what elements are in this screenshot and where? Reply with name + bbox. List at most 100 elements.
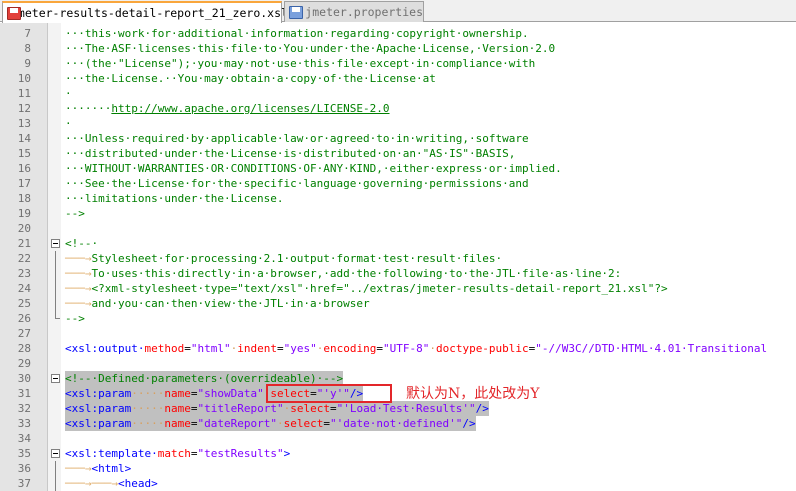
code-line[interactable]: 17 ···See·the·License·for·the·specific·la… bbox=[0, 176, 796, 191]
code-text: ···WITHOUT·WARRANTIES·OR·CONDITIONS·OF·A… bbox=[65, 161, 562, 176]
code-token: select bbox=[290, 402, 330, 415]
save-disk-icon bbox=[289, 5, 303, 20]
code-line[interactable]: 9 ···(the·"License");·you·may·not·use·thi… bbox=[0, 56, 796, 71]
code-token: <xsl:output· bbox=[65, 342, 145, 355]
code-token: ······· bbox=[65, 102, 112, 115]
code-text: ···The·ASF·licenses·this·file·to·You·und… bbox=[65, 41, 555, 56]
code-line[interactable]: 14 ···Unless·required·by·applicable·law·o… bbox=[0, 131, 796, 146]
line-number: 27 bbox=[17, 327, 31, 340]
code-token: "showData" bbox=[197, 387, 264, 400]
code-line[interactable]: 28 <xsl:output·method="html"·indent="yes"… bbox=[0, 341, 796, 356]
line-number: 22 bbox=[17, 252, 31, 265]
line-number: 35 bbox=[17, 447, 31, 460]
fold-guide bbox=[51, 326, 60, 341]
code-token: <xsl:param bbox=[65, 387, 132, 400]
code-token: ───→ bbox=[65, 267, 92, 280]
code-token: <xsl:param bbox=[65, 402, 132, 415]
code-token: method bbox=[144, 342, 185, 355]
fold-guide bbox=[51, 356, 60, 371]
code-line[interactable]: 37 ───→───→<head> bbox=[0, 476, 796, 491]
code-token: ───→ bbox=[65, 252, 92, 265]
fold-guide bbox=[51, 296, 60, 311]
annotation-highlight-box bbox=[266, 384, 392, 403]
code-line[interactable]: 15 ···distributed·under·the·License·is·di… bbox=[0, 146, 796, 161]
fold-toggle-icon[interactable] bbox=[51, 371, 60, 386]
code-line[interactable]: 11 · bbox=[0, 86, 796, 101]
fold-guide bbox=[51, 56, 60, 71]
code-line[interactable]: 23 ───→To·uses·this·directly·in·a·browser… bbox=[0, 266, 796, 281]
code-token: "html" bbox=[190, 342, 231, 355]
code-line[interactable]: 21 <!--· bbox=[0, 236, 796, 251]
code-token: "yes" bbox=[283, 342, 317, 355]
code-token: ···See·the·License·for·the·specific·lang… bbox=[65, 177, 529, 190]
tab-bar: jmeter-results-detail-report_21_zero.xsl… bbox=[0, 0, 796, 23]
code-editor[interactable]: 7 ···this·work·for·additional·information… bbox=[0, 23, 796, 491]
code-line[interactable]: 33 <xsl:param·····name = "dateReport"·selec… bbox=[0, 416, 796, 431]
code-line[interactable]: 30 <!--·Defined·parameters·(overrideable)… bbox=[0, 371, 796, 386]
code-token: "testResults" bbox=[197, 447, 284, 460]
fold-guide bbox=[51, 341, 60, 356]
code-line[interactable]: 20 bbox=[0, 221, 796, 236]
code-line[interactable]: 13 · bbox=[0, 116, 796, 131]
code-token: --> bbox=[65, 207, 85, 220]
code-line[interactable]: 26 --> bbox=[0, 311, 796, 326]
code-line[interactable]: 25 ───→and·you·can·then·view·the·JTL·in·a… bbox=[0, 296, 796, 311]
fold-toggle-icon[interactable] bbox=[51, 446, 60, 461]
line-number: 37 bbox=[17, 477, 31, 490]
code-token: "-//W3C//DTD·HTML·4.01·Transitional bbox=[535, 342, 768, 355]
code-line[interactable]: 22 ───→Stylesheet·for·processing·2.1·outp… bbox=[0, 251, 796, 266]
code-line[interactable]: 19 --> bbox=[0, 206, 796, 221]
code-token: "'date·not·defined'" bbox=[329, 417, 463, 430]
code-line[interactable]: 10 ···the·License.··You·may·obtain·a·copy… bbox=[0, 71, 796, 86]
tab-jmeter-results-detail-report[interactable]: jmeter-results-detail-report_21_zero.xsl bbox=[2, 1, 288, 23]
code-line[interactable]: 7 ···this·work·for·additional·information… bbox=[0, 26, 796, 41]
code-line[interactable]: 29 bbox=[0, 356, 796, 371]
code-text: ───→<?xml-stylesheet·type="text/xsl"·hre… bbox=[65, 281, 668, 296]
tab-jmeter-properties[interactable]: jmeter.properties bbox=[284, 1, 424, 22]
fold-toggle-icon[interactable] bbox=[51, 236, 60, 251]
tab-label: jmeter-results-detail-report_21_zero.xsl bbox=[11, 6, 288, 20]
code-token: ···(the·"License");·you·may·not·use·this… bbox=[65, 57, 536, 70]
fold-guide bbox=[51, 461, 60, 476]
code-line[interactable]: 36 ───→<html> bbox=[0, 461, 796, 476]
code-token: match bbox=[157, 447, 191, 460]
fold-guide bbox=[51, 26, 60, 41]
code-token: encoding bbox=[323, 342, 377, 355]
code-token: name bbox=[164, 402, 191, 415]
line-number: 12 bbox=[17, 102, 31, 115]
code-token: ···distributed·under·the·License·is·dist… bbox=[65, 147, 516, 160]
code-token: <!--· bbox=[65, 237, 99, 250]
code-line[interactable]: 31 <xsl:param·····name="showData"·select=… bbox=[0, 386, 796, 401]
code-line[interactable]: 34 bbox=[0, 431, 796, 446]
code-text: ·······http://www.apache.org/licenses/LI… bbox=[65, 101, 390, 116]
code-token: ───→ bbox=[65, 297, 92, 310]
code-line[interactable]: 8 ···The·ASF·licenses·this·file·to·You·un… bbox=[0, 41, 796, 56]
line-number: 36 bbox=[17, 462, 31, 475]
code-token: ···Unless·required·by·applicable·law·or·… bbox=[65, 132, 529, 145]
fold-guide bbox=[51, 206, 60, 221]
line-number: 14 bbox=[17, 132, 31, 145]
code-text: ···See·the·License·for·the·specific·lang… bbox=[65, 176, 529, 191]
code-token: doctype-public bbox=[435, 342, 529, 355]
line-number: 18 bbox=[17, 192, 31, 205]
line-number: 26 bbox=[17, 312, 31, 325]
code-token: · bbox=[65, 87, 72, 100]
code-text: <!--· bbox=[65, 236, 98, 251]
code-line[interactable]: 35 <xsl:template·match="testResults"> bbox=[0, 446, 796, 461]
code-line[interactable]: 18 ···limitations·under·the·License. bbox=[0, 191, 796, 206]
fold-guide bbox=[51, 176, 60, 191]
code-line[interactable]: 24 ───→<?xml-stylesheet·type="text/xsl"·h… bbox=[0, 281, 796, 296]
code-token: ···the·License.··You·may·obtain·a·copy·o… bbox=[65, 72, 436, 85]
code-line[interactable]: 12 ·······http://www.apache.org/licenses/… bbox=[0, 101, 796, 116]
code-token: ····· bbox=[131, 402, 165, 415]
code-token: > bbox=[283, 447, 291, 460]
code-token: "dateReport" bbox=[197, 417, 277, 430]
fold-guide bbox=[51, 161, 60, 176]
code-text: ───→<html> bbox=[65, 461, 131, 476]
code-token: Stylesheet·for·processing·2.1·output·for… bbox=[91, 252, 503, 265]
code-token: ···The·ASF·licenses·this·file·to·You·und… bbox=[65, 42, 556, 55]
code-line[interactable]: 32 <xsl:param·····name="titleReport"·sele… bbox=[0, 401, 796, 416]
code-line[interactable]: 16 ···WITHOUT·WARRANTIES·OR·CONDITIONS·OF… bbox=[0, 161, 796, 176]
code-line[interactable]: 27 bbox=[0, 326, 796, 341]
line-number: 10 bbox=[17, 72, 31, 85]
